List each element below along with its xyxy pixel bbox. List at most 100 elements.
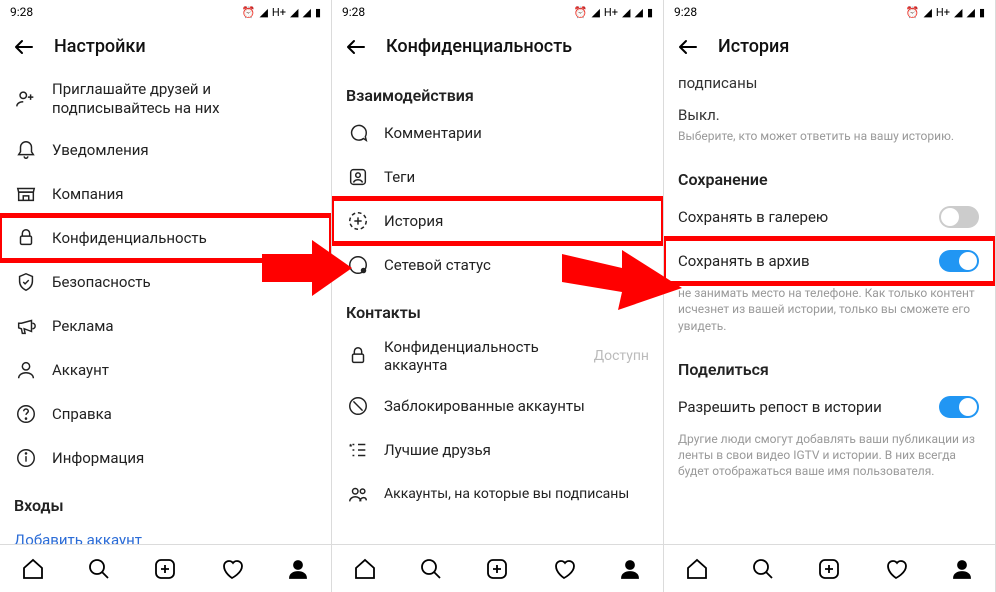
nav-add[interactable] (152, 556, 178, 582)
settings-privacy[interactable]: Конфиденциальность (0, 216, 331, 260)
signal-icon-3: ◢ (634, 6, 642, 19)
privacy-blocked[interactable]: Заблокированные аккаунты (332, 384, 663, 428)
invite-icon (14, 87, 38, 111)
settings-item-label: Безопасность (52, 273, 317, 291)
nav-home[interactable] (352, 556, 378, 582)
privacy-close-friends[interactable]: Лучшие друзья (332, 428, 663, 472)
settings-item-label: Справка (52, 405, 317, 423)
privacy-item-label: Сетевой статус (384, 256, 649, 274)
bottom-nav (332, 544, 663, 592)
signal-icon-3: ◢ (302, 6, 310, 19)
alarm-icon: ⏰ (242, 6, 256, 19)
settings-ads[interactable]: Реклама (0, 304, 331, 348)
bell-icon (14, 138, 38, 162)
nav-activity[interactable] (551, 556, 577, 582)
people-icon (346, 482, 370, 506)
settings-help[interactable]: Справка (0, 392, 331, 436)
settings-list: Приглашайте друзей и подписывайтесь на н… (0, 70, 331, 544)
allow-reshare-toggle[interactable] (939, 396, 979, 418)
settings-security[interactable]: Безопасность (0, 260, 331, 304)
save-to-gallery-row[interactable]: Сохранять в галерею (664, 195, 995, 239)
nav-home[interactable] (684, 556, 710, 582)
signal-icon-2: ◢ (954, 6, 962, 19)
status-bar: 9:28 ⏰ ◢ H+ ◢ ◢ ▮ (332, 0, 663, 24)
nav-activity[interactable] (219, 556, 245, 582)
help-icon (14, 402, 38, 426)
nav-search[interactable] (86, 556, 112, 582)
story-settings: подписаны Выкл. Выберите, кто может отве… (664, 70, 995, 544)
save-archive-toggle[interactable] (939, 250, 979, 272)
page-title: Настройки (54, 36, 146, 57)
story-icon (346, 209, 370, 233)
signal-icon-2: ◢ (290, 6, 298, 19)
status-time: 9:28 (342, 5, 365, 19)
nav-search[interactable] (750, 556, 776, 582)
back-button[interactable] (12, 35, 36, 59)
account-privacy-value: Доступн (594, 348, 649, 364)
nav-add[interactable] (816, 556, 842, 582)
back-button[interactable] (344, 35, 368, 59)
privacy-item-label: Конфиденциальность аккаунта (384, 338, 580, 374)
settings-item-label: Информация (52, 449, 317, 467)
nav-activity[interactable] (883, 556, 909, 582)
status-bar: 9:28 ⏰ ◢ H+ ◢ ◢ ▮ (0, 0, 331, 24)
page-title: История (718, 36, 789, 57)
battery-icon: ▮ (315, 6, 321, 19)
privacy-item-label: Комментарии (384, 124, 649, 142)
signal-icon: ◢ (591, 6, 599, 19)
alarm-icon: ⏰ (906, 6, 920, 19)
status-time: 9:28 (10, 5, 33, 19)
privacy-item-label: История (384, 212, 649, 230)
screen-settings: 9:28 ⏰ ◢ H+ ◢ ◢ ▮ Настройки Приглашайте … (0, 0, 332, 592)
settings-business[interactable]: Компания (0, 172, 331, 216)
settings-invite[interactable]: Приглашайте друзей и подписывайтесь на н… (0, 70, 331, 128)
lock-icon (14, 226, 38, 250)
status-right: ⏰ ◢ H+ ◢ ◢ ▮ (242, 6, 321, 19)
privacy-comments[interactable]: Комментарии (332, 111, 663, 155)
saving-header: Сохранение (664, 154, 995, 195)
nav-profile[interactable] (949, 556, 975, 582)
save-gallery-toggle[interactable] (939, 206, 979, 228)
nav-profile[interactable] (617, 556, 643, 582)
nav-search[interactable] (418, 556, 444, 582)
privacy-item-label: Теги (384, 168, 649, 186)
alarm-icon: ⏰ (574, 6, 588, 19)
comment-icon (346, 121, 370, 145)
save-gallery-label: Сохранять в галерею (678, 208, 925, 226)
privacy-item-label: Аккаунты, на которые вы подписаны (384, 486, 649, 502)
tag-icon (346, 165, 370, 189)
reply-hint: Выберите, кто может ответить на вашу ист… (664, 126, 995, 154)
nav-profile[interactable] (285, 556, 311, 582)
bottom-nav (664, 544, 995, 592)
privacy-following[interactable]: Аккаунты, на которые вы подписаны (332, 472, 663, 516)
status-bar: 9:28 ⏰ ◢ H+ ◢ ◢ ▮ (664, 0, 995, 24)
page-title: Конфиденциальность (386, 36, 572, 57)
settings-notifications[interactable]: Уведомления (0, 128, 331, 172)
settings-item-label: Компания (52, 185, 317, 203)
megaphone-icon (14, 314, 38, 338)
battery-icon: ▮ (979, 6, 985, 19)
settings-account[interactable]: Аккаунт (0, 348, 331, 392)
privacy-activity-status[interactable]: Сетевой статус (332, 243, 663, 287)
privacy-account-privacy[interactable]: Конфиденциальность аккаунта Доступн (332, 328, 663, 384)
add-account-link[interactable]: Добавить аккаунт (0, 521, 331, 545)
allow-reshare-label: Разрешить репост в истории (678, 398, 925, 416)
allow-reshare-row[interactable]: Разрешить репост в истории (664, 385, 995, 429)
privacy-story[interactable]: История (332, 199, 663, 243)
settings-item-label: Реклама (52, 317, 317, 335)
topbar: История (664, 24, 995, 70)
net-label: H+ (936, 6, 950, 19)
status-right: ⏰ ◢ H+ ◢ ◢ ▮ (906, 6, 985, 19)
save-to-archive-row[interactable]: Сохранять в архив (664, 239, 995, 283)
back-button[interactable] (676, 35, 700, 59)
save-archive-label: Сохранять в архив (678, 252, 925, 270)
nav-add[interactable] (484, 556, 510, 582)
star-list-icon (346, 438, 370, 462)
signal-icon: ◢ (923, 6, 931, 19)
topbar: Конфиденциальность (332, 24, 663, 70)
status-time: 9:28 (674, 5, 697, 19)
info-icon (14, 446, 38, 470)
settings-about[interactable]: Информация (0, 436, 331, 480)
privacy-tags[interactable]: Теги (332, 155, 663, 199)
nav-home[interactable] (20, 556, 46, 582)
